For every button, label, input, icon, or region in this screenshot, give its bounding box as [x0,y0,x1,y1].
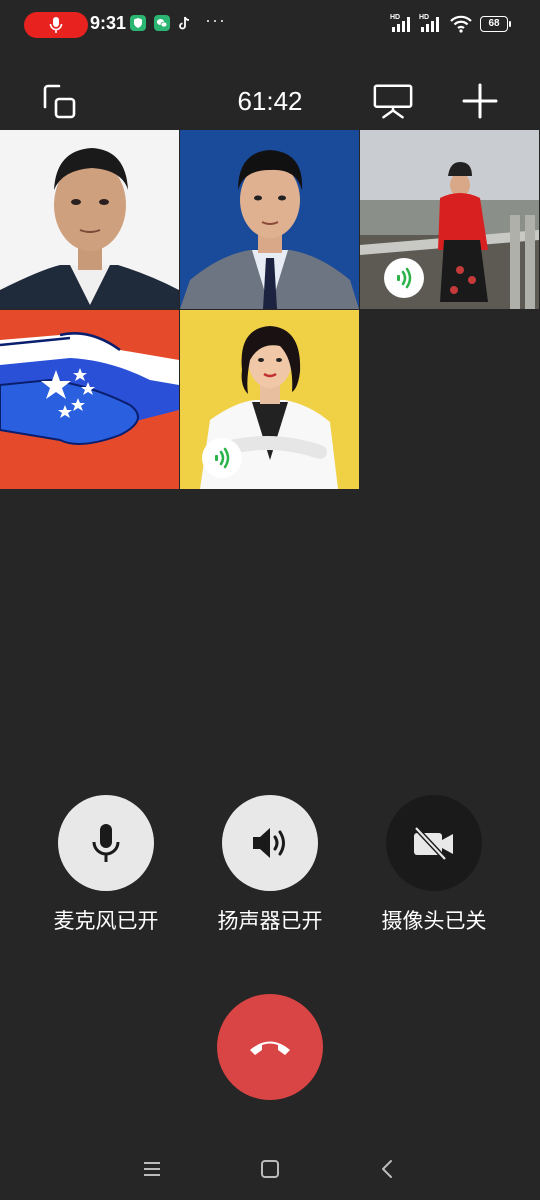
participant-tile-3[interactable] [360,130,539,309]
speaker-toggle-button[interactable] [222,795,318,891]
volume-wave-icon [397,267,412,289]
camera-label: 摄像头已关 [381,910,487,933]
back-button[interactable] [373,1154,403,1184]
back-chevron-icon [382,1160,392,1178]
menu-icon [144,1162,160,1176]
screen-share-button[interactable] [372,80,414,122]
home-button[interactable] [255,1154,285,1184]
system-navigation-bar [0,1140,540,1196]
battery-level: 68 [488,18,500,29]
recent-apps-button[interactable] [137,1154,167,1184]
signal-icon-1 [392,17,410,32]
participant-tile-2[interactable] [180,130,359,309]
screen-recording-indicator[interactable] [24,12,88,38]
microphone-recording-icon [49,17,63,33]
microphone-control: 麦克风已开 [24,795,188,935]
participant-tile-4[interactable] [0,310,179,489]
participant-avatar [0,310,179,489]
speaker-icon [253,828,285,858]
battery-icon: 68 [480,16,508,32]
microphone-label: 麦克风已开 [53,910,159,933]
participant-tile-1[interactable] [0,130,179,309]
hang-up-button[interactable] [217,994,323,1100]
participant-avatar [180,130,359,309]
phone-hangup-icon [250,1041,290,1055]
speaking-indicator [384,258,424,298]
participant-tile-5[interactable] [180,310,359,489]
security-app-icon [130,15,146,31]
add-participant-button[interactable] [459,80,501,122]
microphone-toggle-button[interactable] [58,795,154,891]
speaking-indicator [202,438,242,478]
screen-share-icon [373,84,413,119]
participant-avatar [0,130,179,309]
tiktok-icon [178,15,192,31]
microphone-icon [92,824,120,862]
camera-off-icon [414,826,453,861]
more-notifications-icon: ··· [205,10,226,30]
call-header: 61:42 [0,72,540,128]
camera-control: 摄像头已关 [352,795,516,935]
call-controls: 麦克风已开 扬声器已开 摄像头已关 [0,795,540,945]
battery-tip [509,21,511,27]
home-square-icon [261,1160,279,1178]
volume-wave-icon [215,447,230,469]
wifi-icon [450,15,472,33]
speaker-control: 扬声器已开 [188,795,352,935]
plus-icon [462,83,498,119]
signal-icon-2 [421,17,439,32]
status-time: 9:31 [90,13,127,33]
camera-toggle-button[interactable] [386,795,482,891]
status-bar: 9:31 ··· HD HD 68 [0,0,540,48]
wechat-icon [154,15,170,31]
speaker-label: 扬声器已开 [217,910,323,933]
participant-grid [0,130,540,490]
